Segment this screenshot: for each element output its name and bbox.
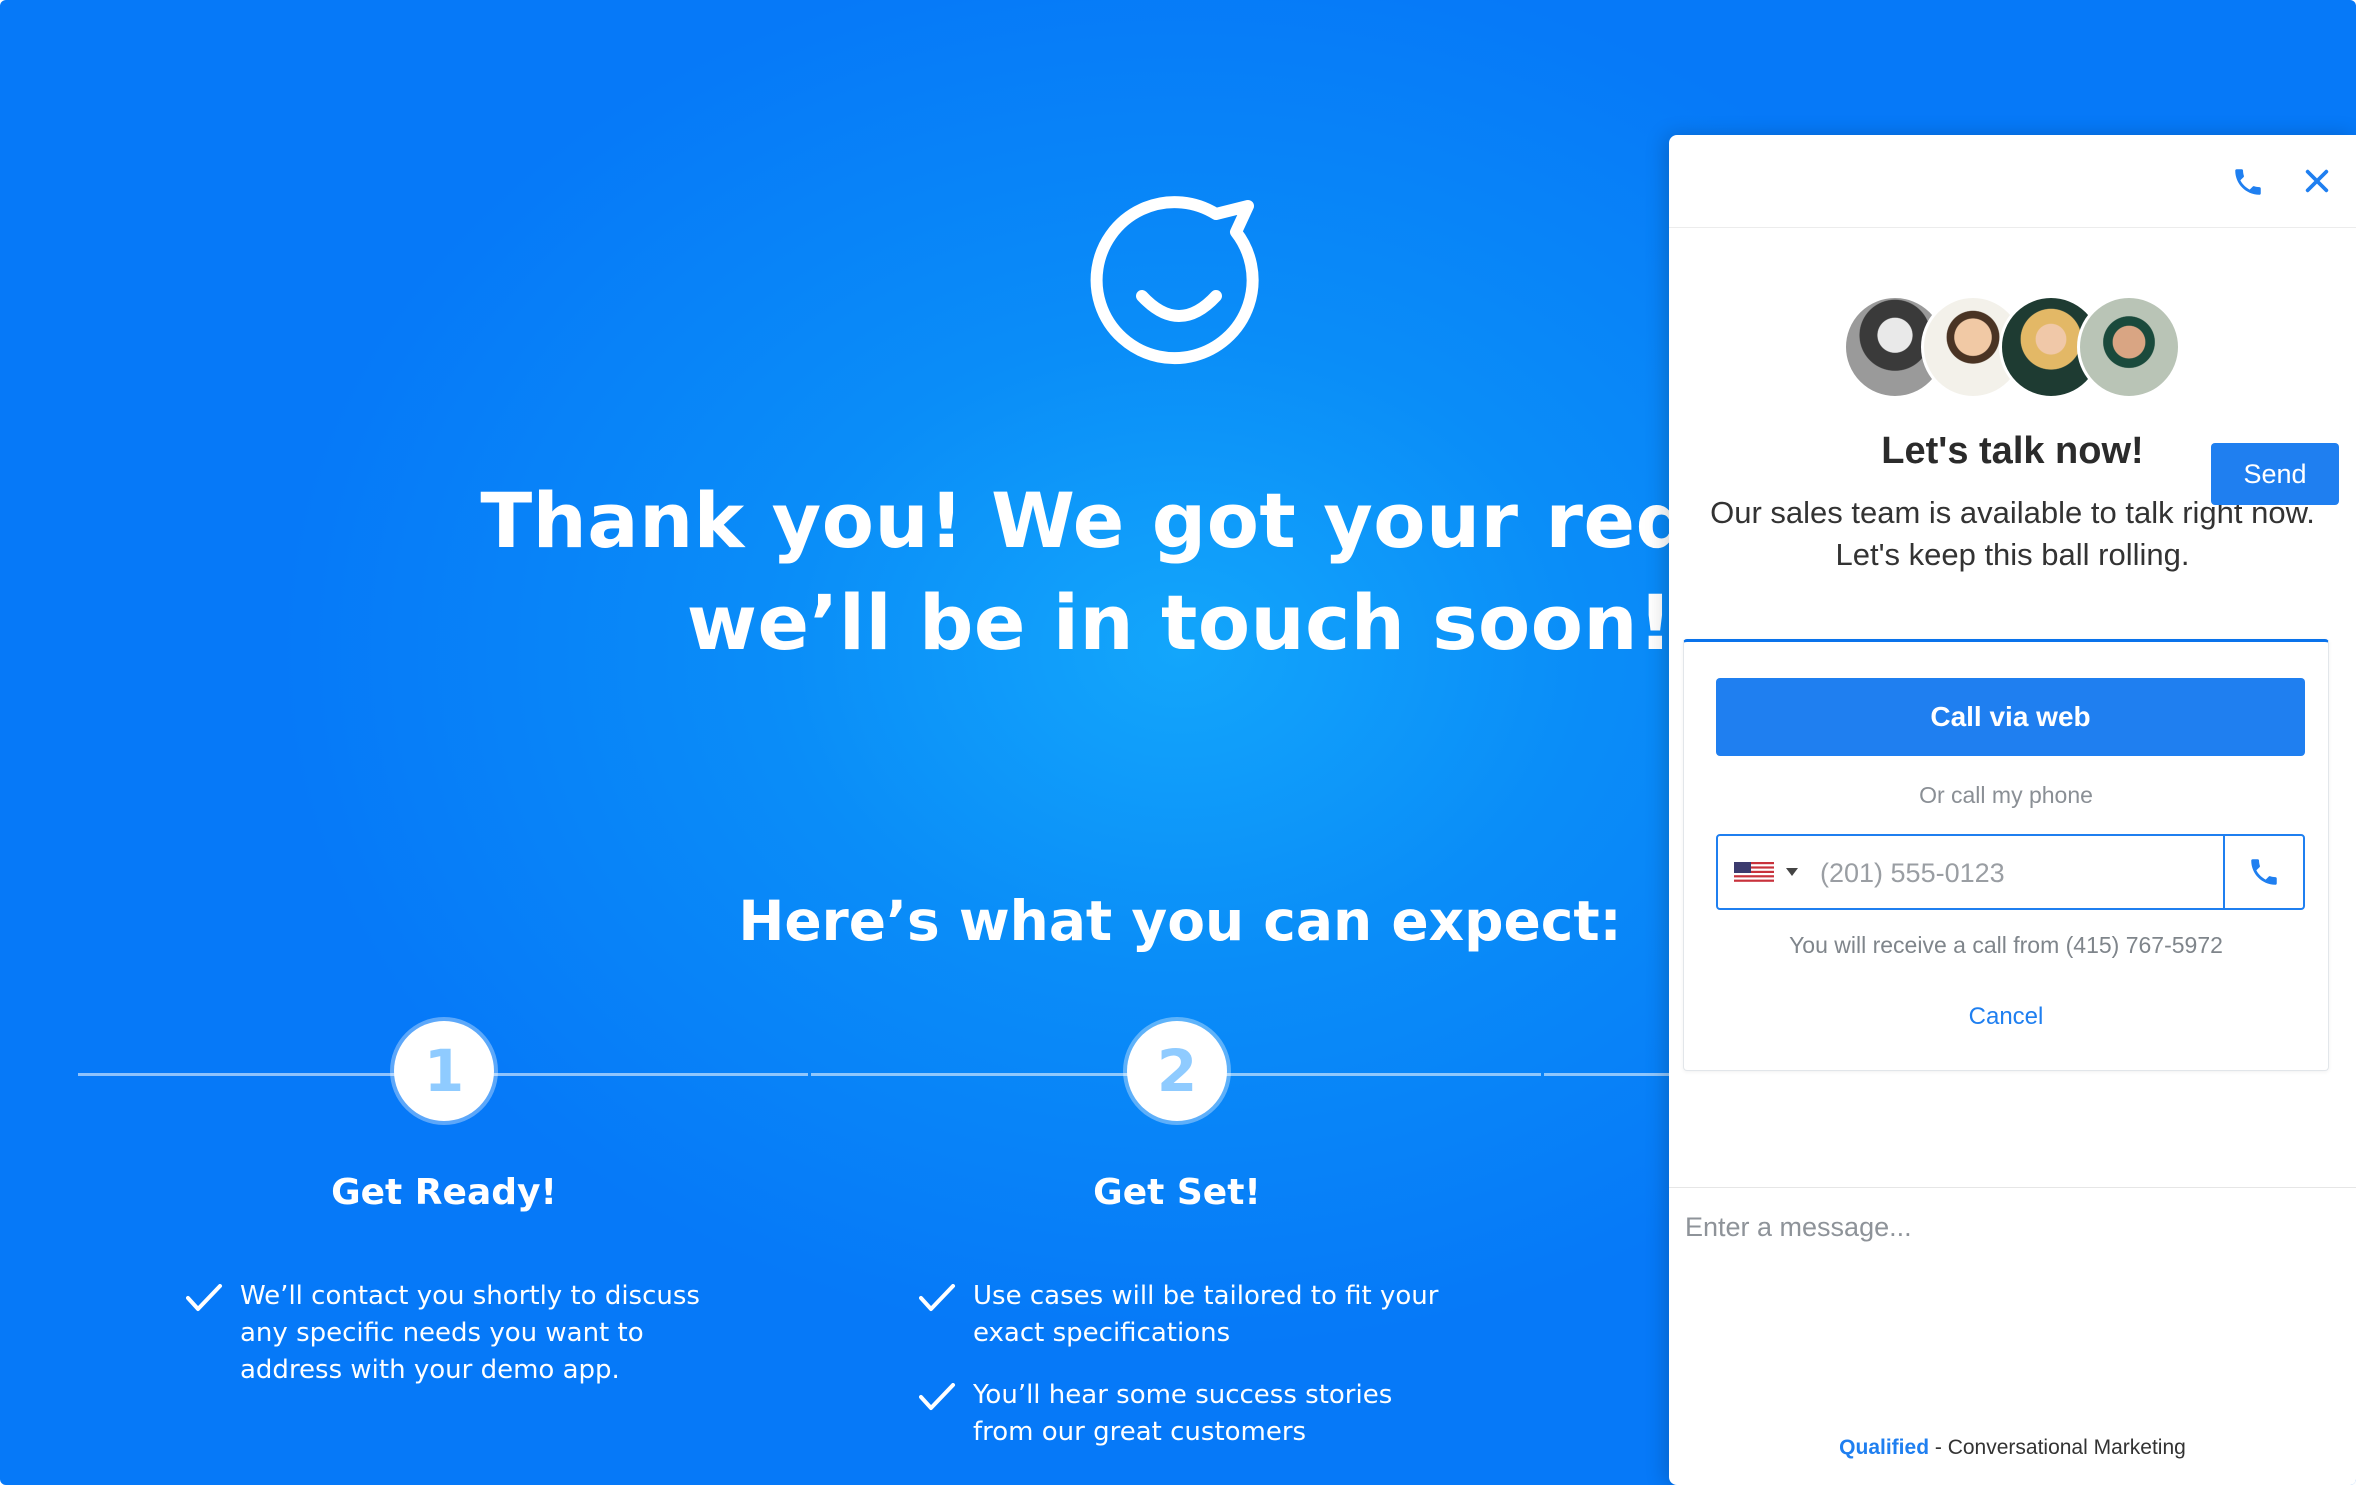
- send-button[interactable]: Send: [2211, 443, 2339, 505]
- phone-number-input[interactable]: [1818, 836, 2222, 910]
- checkmark-icon: [919, 1383, 955, 1410]
- step-2-bullet: Use cases will be tailored to fit your e…: [919, 1278, 1443, 1352]
- phone-icon[interactable]: [2231, 165, 2265, 199]
- step-2-bullet: You’ll hear some success stories from ou…: [919, 1377, 1443, 1451]
- dial-button[interactable]: [2223, 836, 2303, 908]
- bullet-text: Use cases will be tailored to fit your e…: [973, 1281, 1439, 1348]
- step-2-number: 2: [1127, 1021, 1227, 1121]
- avatar: [2077, 295, 2181, 399]
- checkmark-icon: [186, 1284, 222, 1311]
- smiley-logo-icon: [1090, 196, 1259, 365]
- step-1-title: Get Ready!: [331, 1172, 557, 1213]
- sales-team-avatars: [1843, 295, 2183, 399]
- step-1-bullet: We’ll contact you shortly to discuss any…: [186, 1278, 710, 1389]
- powered-by-text: - Conversational Marketing: [1929, 1436, 2186, 1459]
- phone-icon: [2251, 859, 2277, 885]
- call-card: Call via web Or call my phone (201) 555-…: [1683, 639, 2329, 1071]
- callback-number-note: You will receive a call from (415) 767-5…: [1789, 932, 2223, 958]
- us-flag-icon[interactable]: [1734, 862, 1774, 884]
- chat-widget: Let's talk now! Our sales team is availa…: [1669, 135, 2356, 1485]
- qualified-link[interactable]: Qualified: [1839, 1436, 1929, 1459]
- powered-by: Qualified - Conversational Marketing: [1669, 1436, 2356, 1460]
- step-1-number: 1: [394, 1021, 494, 1121]
- call-via-web-button[interactable]: Call via web: [1716, 678, 2305, 756]
- bullet-text: You’ll hear some success stories from ou…: [973, 1380, 1393, 1447]
- bullet-text: We’ll contact you shortly to discuss any…: [240, 1281, 700, 1385]
- or-call-label: Or call my phone: [1919, 782, 2093, 808]
- widget-header: [1669, 135, 2356, 228]
- phone-input-group: [1716, 834, 2305, 910]
- expectations-heading: Here’s what you can expect:: [738, 889, 1622, 953]
- headline-line-2: we’ll be in touch soon!: [686, 578, 1674, 667]
- cancel-link[interactable]: Cancel: [1684, 1003, 2328, 1031]
- thank-you-page: Thank you! We got your request we’ll be …: [0, 0, 2356, 1485]
- close-icon[interactable]: [2303, 167, 2331, 195]
- message-input[interactable]: [1683, 1210, 2327, 1354]
- timeline-line: [1544, 1073, 1674, 1076]
- checkmark-icon: [919, 1284, 955, 1311]
- chevron-down-icon[interactable]: [1786, 868, 1798, 876]
- step-2-title: Get Set!: [1093, 1172, 1261, 1213]
